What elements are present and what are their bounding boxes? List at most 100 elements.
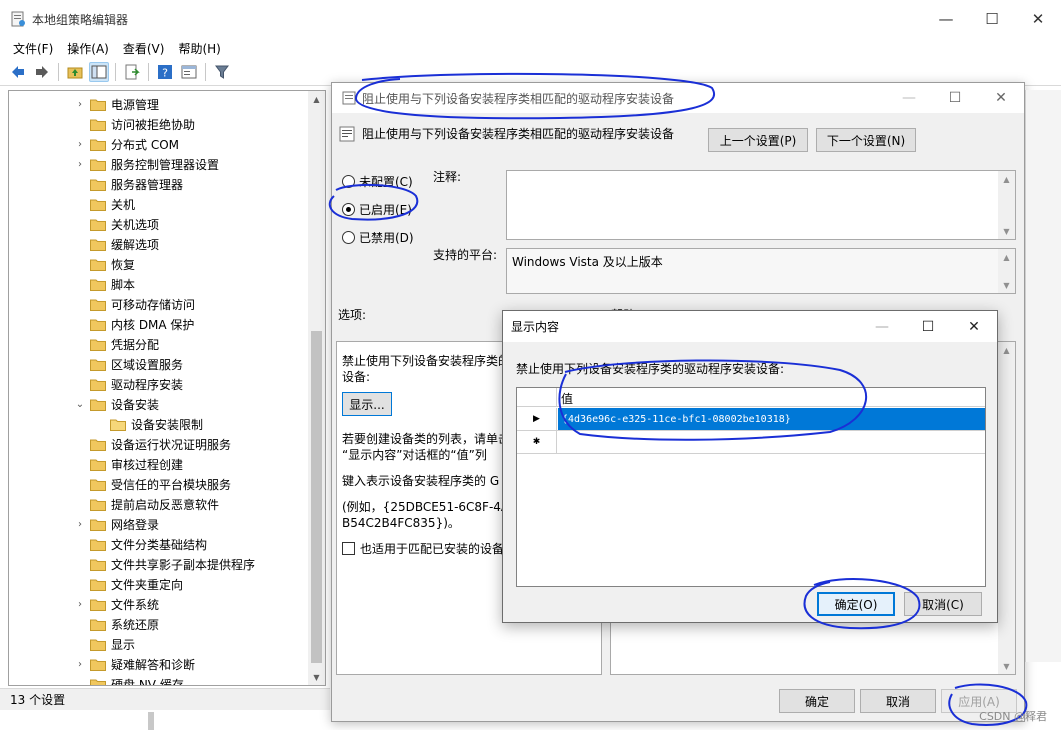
folder-icon (90, 439, 106, 451)
tree-scrollbar[interactable]: ▲ ▼ (308, 91, 325, 685)
tree-item[interactable]: › 服务控制管理器设置 (9, 154, 309, 174)
tree-expand-chevron-icon[interactable]: › (73, 599, 87, 610)
new-row-marker-icon: ✱ (517, 431, 557, 453)
tree-item[interactable]: 提前启动反恶意软件 (9, 494, 309, 514)
tree-item[interactable]: › 分布式 COM (9, 134, 309, 154)
menu-view[interactable]: 查看(V) (116, 40, 172, 57)
tree-item[interactable]: 服务器管理器 (9, 174, 309, 194)
grid-row[interactable]: ✱ (517, 431, 985, 454)
radio-enabled[interactable]: 已启用(E) (342, 201, 412, 218)
folder-icon (90, 579, 106, 591)
previous-setting-button[interactable]: 上一个设置(P) (708, 128, 808, 152)
properties-button[interactable] (179, 62, 199, 82)
grid-cell-value[interactable]: {4d36e96c-e325-11ce-bfc1-08002be10318} (558, 408, 985, 430)
radio-not-configured[interactable]: 未配置(C) (342, 173, 413, 190)
tree-expand-chevron-icon[interactable]: › (73, 159, 87, 170)
tree-item[interactable]: 设备运行状况证明服务 (9, 434, 309, 454)
tree-item[interactable]: 受信任的平台模块服务 (9, 474, 309, 494)
tree-item[interactable]: 缓解选项 (9, 234, 309, 254)
forward-button[interactable] (32, 62, 52, 82)
ok-button[interactable]: 确定 (779, 689, 855, 713)
help-scrollbar[interactable]: ▲ ▼ (998, 342, 1015, 674)
tree-expand-chevron-icon[interactable]: › (73, 519, 87, 530)
tree-item[interactable]: 文件夹重定向 (9, 574, 309, 594)
main-maximize-button[interactable]: ☐ (969, 0, 1015, 38)
tree-item-label: 文件系统 (111, 597, 160, 612)
radio-disabled-circle (342, 231, 355, 244)
menu-help[interactable]: 帮助(H) (171, 40, 227, 57)
export-list-button[interactable] (122, 62, 142, 82)
folder-icon (90, 399, 106, 411)
show-ok-button[interactable]: 确定(O) (817, 592, 895, 616)
tree-item[interactable]: 文件共享影子副本提供程序 (9, 554, 309, 574)
comment-scrollbar[interactable]: ▲ ▼ (998, 171, 1015, 239)
apply-to-installed-checkbox[interactable]: 也适用于匹配已安装的设备。 (342, 540, 516, 557)
show-minimize-button[interactable]: — (859, 311, 905, 342)
help-button[interactable]: ? (155, 62, 175, 82)
scroll-down-arrow-icon[interactable]: ▼ (308, 669, 325, 685)
show-contents-button[interactable]: 显示... (342, 392, 392, 416)
tree-expand-chevron-icon[interactable]: ⌄ (73, 399, 87, 410)
tree-item[interactable]: ⌄ 设备安装 (9, 394, 309, 414)
policy-maximize-button[interactable]: ☐ (932, 83, 978, 113)
tree-item[interactable]: 系统还原 (9, 614, 309, 634)
main-minimize-button[interactable]: — (923, 0, 969, 38)
grid-row[interactable]: ▶ {4d36e96c-e325-11ce-bfc1-08002be10318} (517, 408, 985, 431)
tree-item[interactable]: 区域设置服务 (9, 354, 309, 374)
export-list-icon (125, 64, 140, 79)
grid-cell-value[interactable] (558, 431, 985, 453)
radio-not-configured-label: 未配置(C) (359, 175, 413, 189)
folder-icon (90, 339, 106, 351)
menu-file[interactable]: 文件(F) (6, 40, 60, 57)
tree-item[interactable]: 硬盘 NV 缓存 (9, 674, 309, 685)
policy-minimize-button[interactable]: — (886, 83, 932, 113)
tree-item[interactable]: 显示 (9, 634, 309, 654)
tree-item[interactable]: 驱动程序安装 (9, 374, 309, 394)
tree-item[interactable]: 恢复 (9, 254, 309, 274)
tree-item[interactable]: 关机选项 (9, 214, 309, 234)
comment-textbox[interactable]: ▲ ▼ (506, 170, 1016, 240)
scroll-thumb[interactable] (311, 331, 322, 663)
svg-text:?: ? (162, 66, 168, 79)
tree-item[interactable]: › 电源管理 (9, 94, 309, 114)
tree-item[interactable]: 关机 (9, 194, 309, 214)
tree-item[interactable]: › 疑难解答和诊断 (9, 654, 309, 674)
tree-item[interactable]: 可移动存储访问 (9, 294, 309, 314)
tree-item-selected[interactable]: 设备安装限制 (9, 414, 309, 434)
main-titlebar[interactable]: 本地组策略编辑器 (0, 0, 1061, 38)
tree-expand-chevron-icon[interactable]: › (73, 659, 87, 670)
show-hide-tree-button[interactable] (89, 61, 109, 82)
tree-item[interactable]: › 网络登录 (9, 514, 309, 534)
up-one-level-button[interactable] (65, 62, 85, 82)
folder-icon (90, 259, 106, 271)
menu-action[interactable]: 操作(A) (60, 40, 116, 57)
tree-item[interactable]: › 文件系统 (9, 594, 309, 614)
show-cancel-button[interactable]: 取消(C) (904, 592, 982, 616)
radio-disabled[interactable]: 已禁用(D) (342, 229, 414, 246)
tree-item[interactable]: 文件分类基础结构 (9, 534, 309, 554)
show-maximize-button[interactable]: ☐ (905, 311, 951, 342)
tree-expand-chevron-icon[interactable]: › (73, 139, 87, 150)
folder-icon (90, 99, 106, 111)
show-close-button[interactable]: ✕ (951, 311, 997, 342)
tree-item-label: 设备运行状况证明服务 (111, 437, 232, 452)
tree-item[interactable]: 内核 DMA 保护 (9, 314, 309, 334)
back-button[interactable] (8, 62, 28, 82)
platform-label: 支持的平台: (433, 248, 498, 262)
tree-expand-chevron-icon[interactable]: › (73, 99, 87, 110)
main-close-button[interactable]: ✕ (1015, 0, 1061, 38)
tree-item[interactable]: 审核过程创建 (9, 454, 309, 474)
cancel-button[interactable]: 取消 (860, 689, 936, 713)
scroll-up-arrow-icon[interactable]: ▲ (308, 91, 325, 107)
platform-scrollbar[interactable]: ▲ ▼ (998, 249, 1015, 293)
tree-item[interactable]: 脚本 (9, 274, 309, 294)
back-arrow-icon (12, 65, 24, 78)
filter-button[interactable] (212, 62, 232, 82)
tree-item[interactable]: 凭据分配 (9, 334, 309, 354)
console-tree[interactable]: › 电源管理 访问被拒绝协助 › 分布式 COM › 服务控制管理器设置 服务器管理器 关机 关机… (8, 90, 326, 686)
policy-close-button[interactable]: ✕ (978, 83, 1024, 113)
tree-item[interactable]: 访问被拒绝协助 (9, 114, 309, 134)
values-grid[interactable]: 值 ▶ {4d36e96c-e325-11ce-bfc1-08002be1031… (516, 387, 986, 587)
grid-column-header-value[interactable]: 值 (561, 390, 573, 407)
next-setting-button[interactable]: 下一个设置(N) (816, 128, 916, 152)
